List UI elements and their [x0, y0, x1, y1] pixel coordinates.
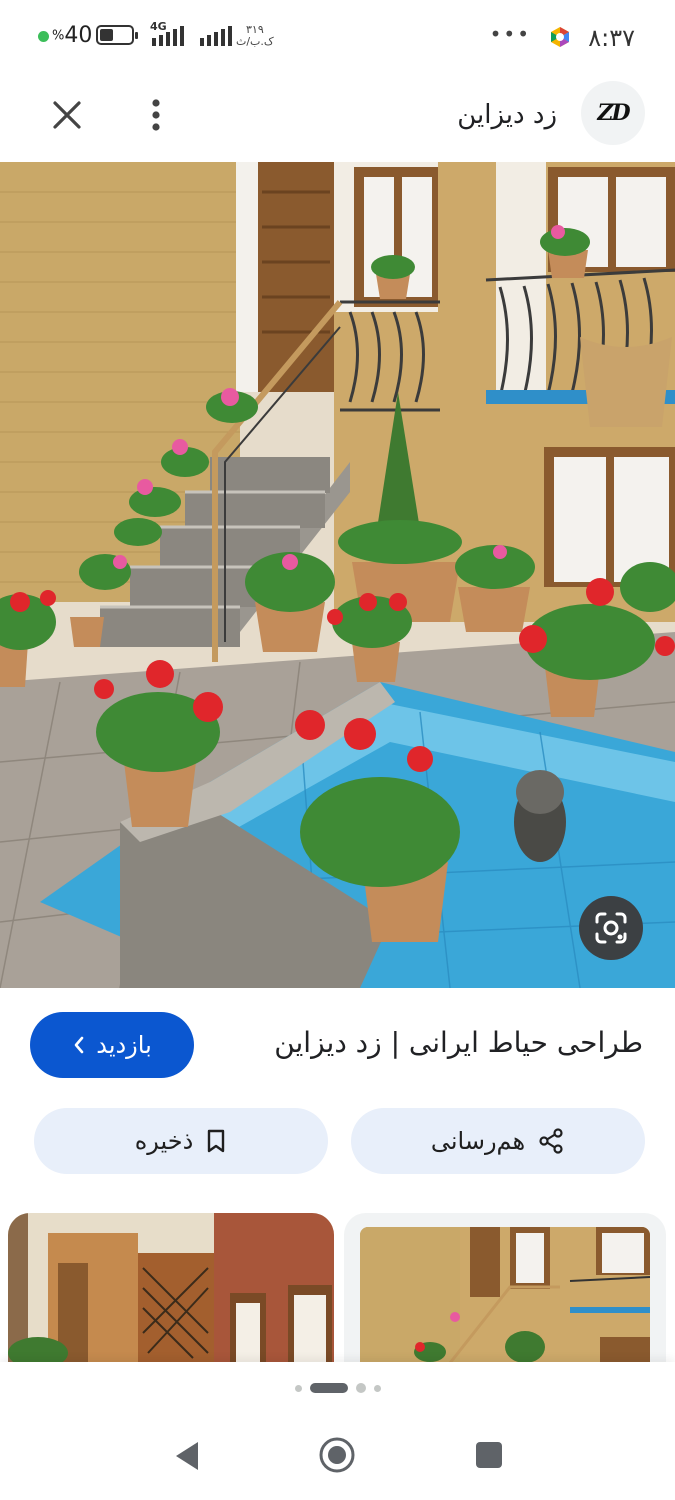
share-button-label: هم‌رسانی	[430, 1127, 526, 1155]
related-photo-1	[8, 1213, 334, 1363]
share-button[interactable]: هم‌رسانی	[351, 1108, 645, 1174]
save-button[interactable]: ذخیره	[34, 1108, 328, 1174]
system-navigation-bar	[0, 1414, 675, 1500]
more-options-button[interactable]	[136, 92, 176, 138]
clock: ۸:۳۷	[588, 24, 635, 52]
page-dot	[373, 1384, 381, 1392]
page-dot-active	[309, 1383, 348, 1393]
app-notification-icon	[551, 27, 569, 47]
close-button[interactable]	[44, 92, 90, 138]
courtyard-photo	[0, 162, 675, 988]
recent-apps-icon[interactable]	[474, 1440, 504, 1470]
status-bar: %40 4G ۳۱۹ ک.ب/ث ••• ۸:۳۷	[0, 0, 675, 76]
page-indicator	[0, 1378, 675, 1398]
related-photo-2	[360, 1227, 650, 1363]
battery-icon	[96, 25, 138, 45]
privacy-indicator-dot	[38, 31, 49, 42]
related-image-card[interactable]	[344, 1213, 666, 1363]
signal-strength-2-icon	[200, 26, 232, 46]
site-name[interactable]: زد دیزاین	[457, 100, 557, 130]
share-icon	[539, 1128, 563, 1154]
more-vert-icon	[152, 99, 160, 131]
close-icon	[53, 101, 81, 129]
data-speed: ۳۱۹ ک.ب/ث	[236, 23, 274, 48]
related-image-thumbnail-2	[360, 1227, 650, 1363]
back-icon[interactable]	[170, 1438, 206, 1474]
more-notifications-icon: •••	[489, 22, 531, 46]
signal-strength-icon	[152, 26, 184, 46]
main-image[interactable]	[0, 162, 675, 988]
page-dot	[294, 1384, 302, 1392]
home-icon[interactable]	[318, 1436, 356, 1474]
chevron-left-icon	[74, 1036, 84, 1054]
google-lens-button[interactable]	[579, 896, 643, 960]
save-button-label: ذخیره	[134, 1127, 194, 1155]
bookmark-icon	[208, 1129, 225, 1153]
site-logo[interactable]: ZD	[581, 81, 645, 145]
lens-icon	[595, 912, 627, 944]
image-title: طراحی حیاط ایرانی | زد دیزاین	[274, 1026, 643, 1059]
battery-percent: %40	[52, 23, 93, 48]
visit-button-label: بازدید	[96, 1031, 152, 1059]
app-header: زد دیزاین ZD	[0, 76, 675, 162]
visit-button[interactable]: بازدید	[30, 1012, 194, 1078]
related-image-thumbnail[interactable]	[8, 1213, 334, 1363]
page-dot	[355, 1383, 366, 1393]
